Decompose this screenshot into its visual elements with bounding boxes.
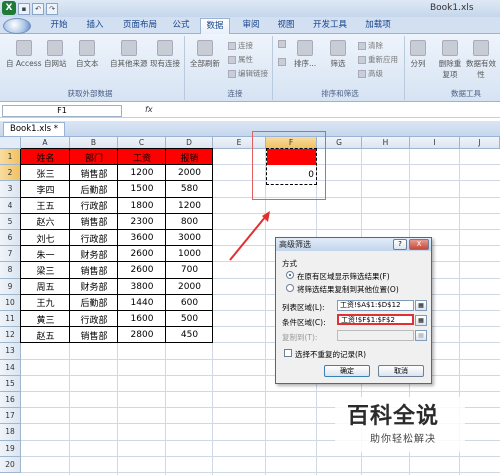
dialog-help-button[interactable]: ? (393, 239, 407, 250)
radio-copy[interactable] (286, 284, 294, 292)
watermark-subtitle: 助你轻松解决 (370, 434, 436, 445)
dialog-close-button[interactable]: X (409, 239, 429, 250)
list-range-input[interactable]: 工资!$A$1:$D$12 (337, 300, 414, 311)
dialog-title: 高级筛选 (276, 238, 431, 251)
unique-records-label: 选择不重复的记录(R) (295, 350, 367, 359)
option-copy-label: 将筛选结果复制到其他位置(O) (297, 285, 399, 294)
range-picker-icon[interactable]: ▦ (415, 300, 427, 311)
range-picker-icon[interactable]: ▦ (415, 315, 427, 326)
copy-to-label: 复制到(T): (282, 333, 318, 342)
watermark-title: 百科全说 (347, 404, 440, 429)
cancel-button[interactable]: 取消 (378, 365, 424, 377)
method-label: 方式 (282, 259, 297, 268)
list-range-label: 列表区域(L): (282, 303, 325, 312)
unique-records-checkbox[interactable] (284, 349, 292, 357)
option-inplace-label: 在原有区域显示筛选结果(F) (297, 272, 390, 281)
range-picker-icon[interactable]: ▦ (415, 330, 427, 341)
arrow-to-criteria (229, 215, 267, 261)
criteria-range-label: 条件区域(C): (282, 318, 326, 327)
criteria-range-input[interactable]: 工资!$F$1:$F$2 (337, 314, 414, 325)
ok-button[interactable]: 确定 (324, 365, 370, 377)
copy-to-input[interactable] (337, 330, 414, 341)
radio-inplace[interactable] (286, 271, 294, 279)
